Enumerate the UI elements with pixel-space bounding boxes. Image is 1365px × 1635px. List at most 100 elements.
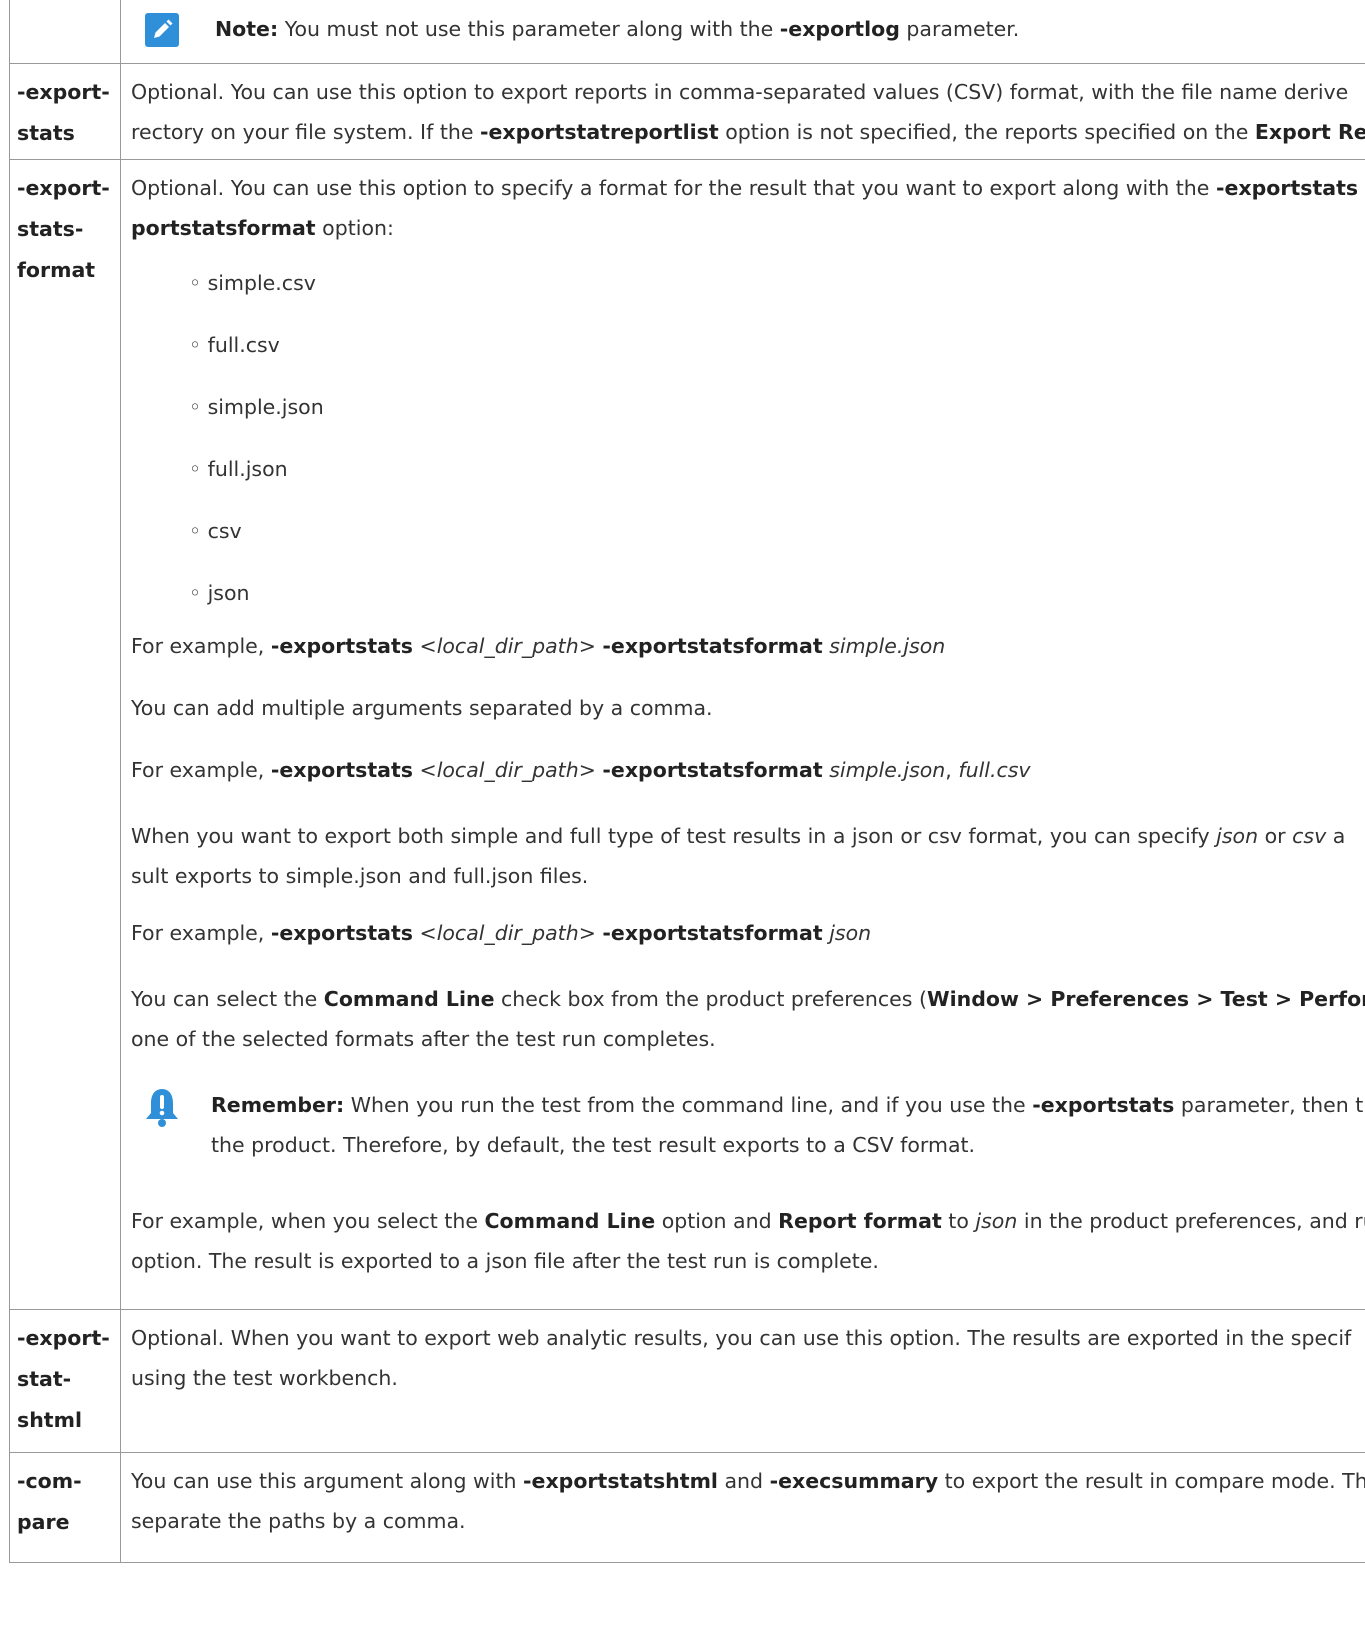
text-fragment: check box from the product preferences ( [501,987,927,1011]
text-fragment: rectory on your file system. If the [131,120,474,144]
param-name: -export-stats [17,80,110,145]
value-text: json [1216,824,1259,848]
param-name-cell: -export-stat-shtml [9,1309,121,1453]
value-text: json [975,1209,1018,1233]
param-intro: Optional. You can use this option to spe… [131,168,1365,248]
parameters-table: Note: You must not use this parameter al… [9,0,1365,1563]
param-description: Optional. You can use this option to exp… [131,72,1365,152]
text-line: sult exports to simple.json and full.jso… [131,864,589,888]
ui-ref: Command Line [323,987,495,1011]
ui-ref: Command Line [484,1209,656,1233]
param-name-cell: -com-pare [9,1452,121,1563]
text-line: You can select the Command Line check bo… [131,979,1365,1019]
paragraph: When you want to export both simple and … [131,816,1365,896]
param-name-cell: -export-stats [9,63,121,160]
text-line: using the test workbench. [131,1366,398,1390]
value-text: csv [1292,824,1327,848]
text-fragment: , [945,758,952,782]
placeholder-text: <local_dir_path> [419,758,596,782]
param-name-cell: -export-stats-format [9,159,121,1310]
text-line: For example, when you select the Command… [131,1201,1365,1241]
text-line: option. The result is exported to a json… [131,1249,879,1273]
text-line: portstatsformat option: [131,208,1365,248]
paragraph: For example, when you select the Command… [131,1201,1365,1281]
list-item: simple.json [189,376,1365,438]
value-text: json [829,921,872,945]
table-row: -export-stat-shtml Optional. When you wa… [9,1309,1365,1453]
param-ref: -exportstats [270,634,413,658]
example-paragraph: For example, -exportstats <local_dir_pat… [131,917,1365,950]
table-row: -export-stats Optional. You can use this… [9,63,1365,160]
ui-ref: Export Repo [1254,120,1365,144]
param-ref: -exportstatshtml [523,1469,718,1493]
param-description: Optional. When you want to export web an… [131,1318,1365,1398]
list-item: csv [189,500,1365,562]
param-ref: portstatsformat [131,216,316,240]
paragraph: You can select the Command Line check bo… [131,979,1365,1059]
note-label: Note: [215,17,279,41]
bell-icon [141,1087,183,1137]
param-desc-cell: Optional. You can use this option to spe… [120,159,1365,1310]
list-item: json [189,562,1365,624]
param-ref: -exportlog [779,17,900,41]
text-fragment: option and [661,1209,772,1233]
text-fragment: option: [322,216,394,240]
value-text: simple.json [829,758,946,782]
text-fragment: Optional. You can use this option to spe… [131,176,1210,200]
param-desc-cell: Optional. When you want to export web an… [120,1309,1365,1453]
param-desc-cell: Optional. You can use this option to exp… [120,63,1365,160]
text-line: rectory on your file system. If the -exp… [131,112,1365,152]
text-line: Optional. You can use this option to spe… [131,168,1365,208]
example-paragraph: For example, -exportstats <local_dir_pat… [131,754,1365,787]
text-line: Remember: When you run the test from the… [211,1085,1365,1125]
param-ref: -exportstatsformat [602,921,823,945]
note-callout: Note: You must not use this parameter al… [145,13,1365,47]
text-line: one of the selected formats after the te… [131,1027,716,1051]
remember-callout: Remember: When you run the test from the… [141,1085,1365,1165]
table-row: Note: You must not use this parameter al… [9,0,1365,64]
param-ref: -exportstats [270,921,413,945]
text-fragment: For example, [131,758,265,782]
param-name: -export-stats-format [17,176,110,282]
list-item: full.json [189,438,1365,500]
text-line: When you want to export both simple and … [131,816,1365,856]
text-fragment: For example, [131,921,265,945]
param-ref: -exportstatsformat [602,758,823,782]
text-fragment: a [1332,824,1346,848]
text-fragment: parameter, then the [1180,1093,1365,1117]
text-fragment: or [1264,824,1286,848]
menu-path: Window > Preferences > Test > Performa [926,987,1365,1011]
list-item: full.csv [189,314,1365,376]
param-ref: -exportstats [1032,1093,1175,1117]
placeholder-text: <local_dir_path> [419,634,596,658]
text-line: You can use this argument along with -ex… [131,1461,1365,1501]
placeholder-text: <local_dir_path> [419,921,596,945]
text-line: separate the paths by a comma. [131,1509,466,1533]
text-fragment: For example, when you select the [131,1209,478,1233]
document-page: Note: You must not use this parameter al… [0,0,1365,1635]
text-line: the product. Therefore, by default, the … [211,1133,976,1157]
param-name-cell [9,0,121,64]
value-text: full.csv [958,758,1031,782]
table-row: -com-pare You can use this argument alon… [9,1452,1365,1563]
paragraph: You can add multiple arguments separated… [131,696,713,720]
remember-text: Remember: When you run the test from the… [211,1085,1365,1165]
example-paragraph: For example, -exportstats <local_dir_pat… [131,630,1365,663]
list-item: simple.csv [189,252,1365,314]
note-text: parameter. [906,17,1020,41]
text-fragment: When you run the test from the command l… [350,1093,1026,1117]
text-fragment: When you want to export both simple and … [131,824,1210,848]
text-fragment: option is not specified, the reports spe… [725,120,1249,144]
remember-label: Remember: [211,1093,345,1117]
text-fragment: You can use this argument along with [131,1469,517,1493]
param-ref: -exportstats [270,758,413,782]
text-fragment: and [724,1469,764,1493]
param-name: -com-pare [17,1469,82,1534]
param-ref: -exportstats [1215,176,1359,200]
note-text: You must not use this parameter along wi… [284,17,774,41]
param-desc-cell: You can use this argument along with -ex… [120,1452,1365,1563]
param-name: -export-stat-shtml [17,1326,110,1432]
text-line: Optional. You can use this option to exp… [131,80,1349,104]
table-row: -export-stats-format Optional. You can u… [9,159,1365,1310]
text-fragment: For example, [131,634,265,658]
